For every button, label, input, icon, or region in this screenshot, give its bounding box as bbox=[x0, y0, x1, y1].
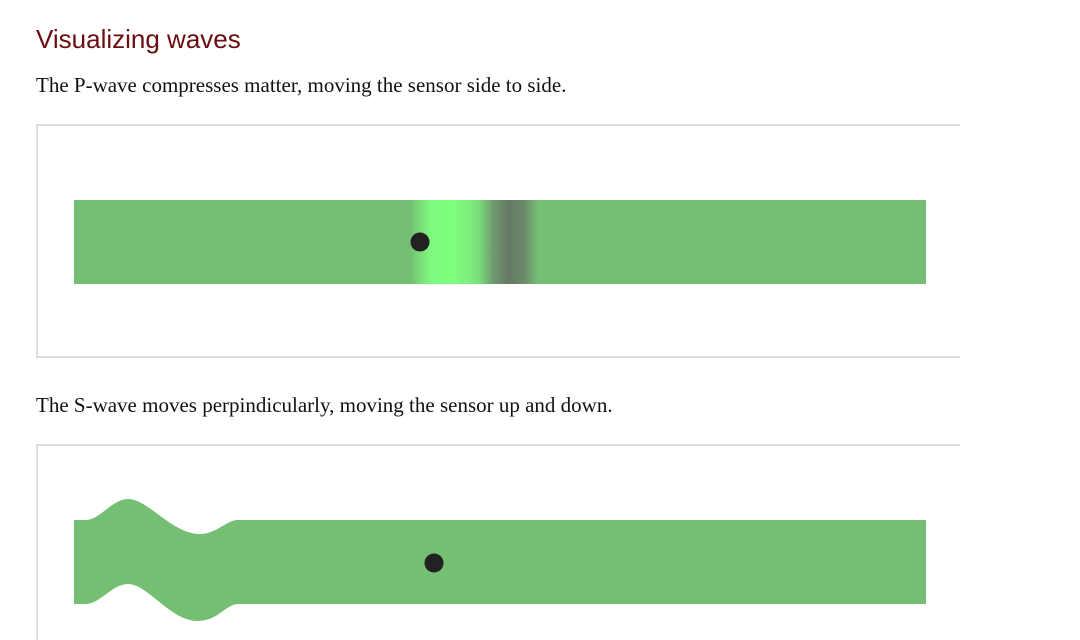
p-wave-panel bbox=[36, 124, 960, 358]
s-wave-description: The S-wave moves perpindicularly, moving… bbox=[36, 393, 613, 417]
page-title: Visualizing waves bbox=[36, 24, 241, 54]
s-wave-medium bbox=[74, 499, 926, 621]
s-wave-panel bbox=[36, 444, 960, 640]
s-wave-visualization bbox=[74, 499, 926, 621]
p-wave-sensor bbox=[410, 232, 430, 252]
p-wave-medium bbox=[74, 200, 926, 284]
page: Visualizing waves The P-wave compresses … bbox=[0, 0, 1080, 640]
p-wave-visualization bbox=[74, 200, 926, 284]
p-wave-description: The P-wave compresses matter, moving the… bbox=[36, 73, 567, 97]
s-wave-sensor bbox=[424, 553, 444, 573]
